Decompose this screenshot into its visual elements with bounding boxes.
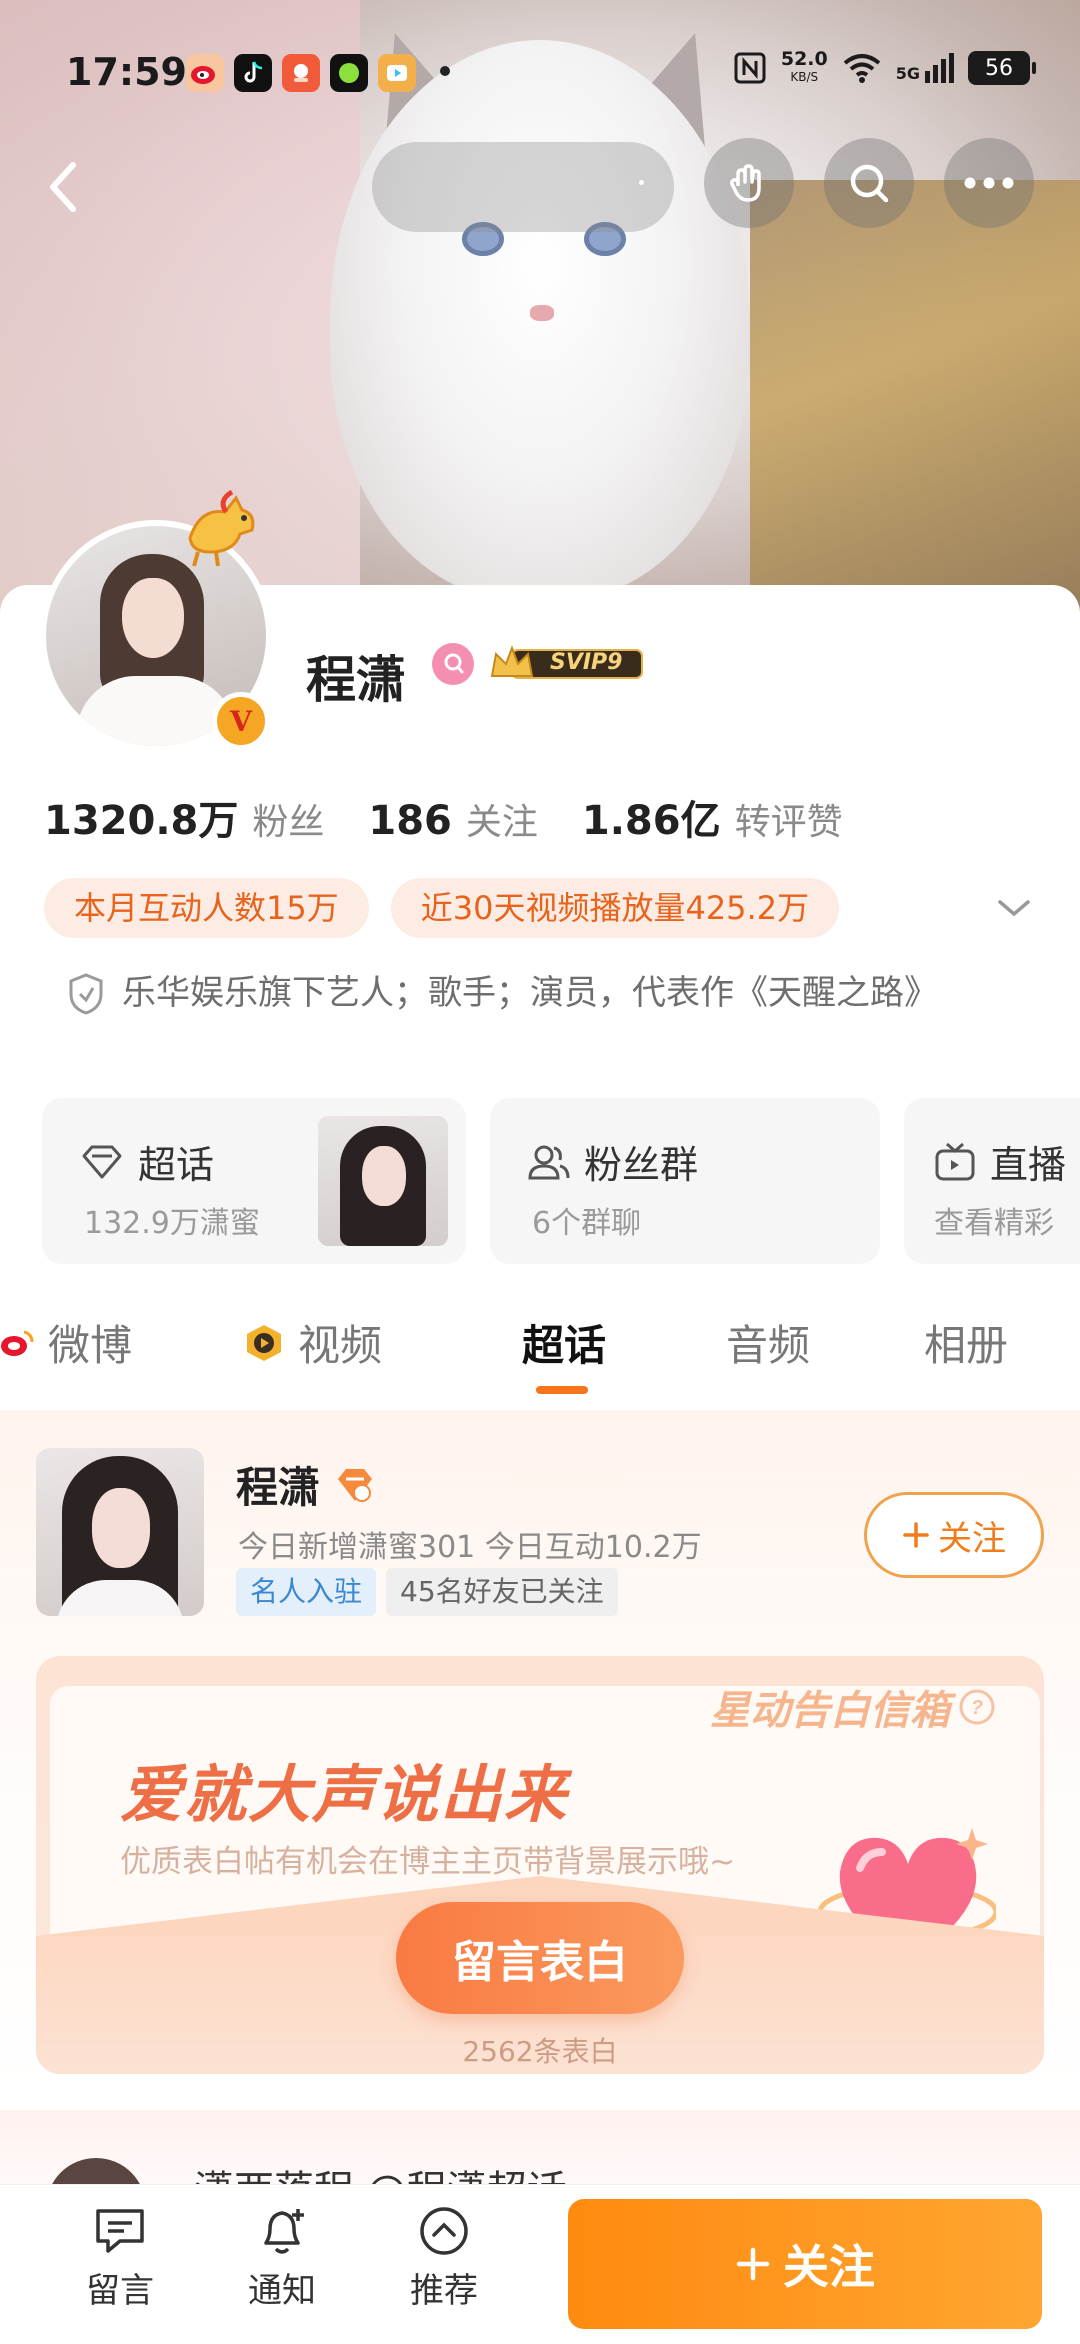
wave-hand-icon [730,164,761,202]
stat-following[interactable]: 186 关注 [368,793,538,845]
stat-likes[interactable]: 1.86亿 转评赞 [582,788,843,846]
topic-follow-button[interactable]: 关注 [864,1492,1044,1578]
tiktok-app-icon [234,54,272,92]
topic-title[interactable]: 程潇 [236,1454,374,1515]
weibo-app-icon [186,54,224,92]
weibo-logo-icon [1,1330,34,1356]
feature-live[interactable]: 直播 查看精彩 [904,1098,1080,1264]
feature-supertopic[interactable]: 超话 132.9万潇蜜 [42,1098,466,1264]
topic-thumbnail[interactable] [36,1448,204,1616]
cell-signal-icon: 5G [896,53,954,83]
top-nav [0,138,1080,238]
community-app-icon [282,54,320,92]
system-indicators: 52.0 KB/S 5G 56 [733,48,1036,86]
notification-icons [186,54,416,92]
feature-fan-group[interactable]: 粉丝群 6个群聊 [490,1098,880,1264]
cover-floor-right [750,180,1080,640]
more-dots-icon [964,177,1014,189]
friends-followed-tag: 45名好友已关注 [386,1568,618,1616]
cat-nose [530,305,554,321]
back-button[interactable] [28,152,98,222]
bell-plus-icon [264,2209,304,2254]
battery-icon: 56 [968,51,1036,85]
mailbox-subtitle: 优质表白帖有机会在博主主页带背景展示哦~ [120,1844,735,1880]
confession-mailbox: 星动告白信箱 ? 爱就大声说出来 优质表白帖有机会在博主主页带背景展示哦~ 留言… [36,1656,1044,2074]
supertopic-thumbnail [318,1116,448,1246]
status-bar: 17:59 52.0 KB/S 5G 56 [0,0,1080,148]
supertopic-section: 程潇 今日新增潇蜜301 今日互动10.2万 名人入驻 45名好友已关注 关注 … [0,1410,1080,2100]
profile-search-pill[interactable] [372,142,674,232]
back-arrow-icon [50,162,76,212]
recommend-button[interactable]: 推荐 [384,2205,504,2312]
wifi-icon [843,54,881,83]
network-speed: 52.0 KB/S [780,48,828,85]
stat-fans[interactable]: 1320.8万 粉丝 [44,788,324,846]
message-button[interactable]: 留言 [60,2205,180,2312]
horse-decoration-icon [188,489,255,567]
notify-button[interactable]: 通知 [222,2205,342,2312]
fan-group-icon [528,1145,570,1179]
tv-icon [935,1142,975,1180]
follow-button[interactable]: 关注 [568,2199,1042,2329]
help-icon[interactable]: ? [958,1688,996,1726]
diamond-icon [82,1145,122,1178]
tag-video-plays[interactable]: 近30天视频播放量425.2万 [390,878,840,938]
tab-weibo[interactable]: 微博 [0,1312,132,1373]
tab-supertopic[interactable]: 超话 [522,1312,606,1373]
tab-audio[interactable]: 音频 [726,1312,810,1373]
shield-icon [69,973,103,1015]
recommend-chevron-icon [420,2207,468,2255]
celebrity-joined-tag: 名人入驻 [236,1568,377,1616]
more-button[interactable] [944,138,1034,228]
fan-badge-icon[interactable] [432,643,474,685]
search-icon [850,164,889,203]
bottom-action-bar: 留言 通知 推荐 关注 [0,2184,1080,2344]
video-app-icon [378,54,416,92]
leave-confession-button[interactable]: 留言表白 [396,1902,684,2014]
topic-diamond-badge-icon [338,1468,373,1502]
greet-button[interactable] [704,138,794,228]
mailbox-label: 星动告白信箱 ? [710,1678,996,1736]
status-time: 17:59 [66,50,187,94]
plus-icon [736,2247,770,2281]
profile-name: 程潇 [306,651,406,709]
search-button[interactable] [824,138,914,228]
topic-description: 今日新增潇蜜301 今日互动10.2万 [238,1530,702,1565]
active-tab-indicator [536,1386,588,1394]
profile-tags: 本月互动人数15万 近30天视频播放量425.2万 [44,878,840,938]
tag-monthly-interaction[interactable]: 本月互动人数15万 [44,878,369,938]
topic-tags: 名人入驻 45名好友已关注 [236,1568,618,1616]
nfc-icon [734,52,766,84]
verified-badge[interactable]: V [212,692,270,750]
profile-intro: 乐华娱乐旗下艺人；歌手；演员，代表作《天醒之路》 [66,970,1006,1016]
svip-badge[interactable]: SVIP9 [488,644,646,684]
content-tabs: 微博 视频 超话 音频 相册 [0,1280,1080,1410]
profile-stats: 1320.8万 粉丝 186 关注 1.86亿 转评赞 [44,788,887,846]
expand-chevron-icon[interactable] [996,896,1032,920]
message-bubble-icon [96,2209,144,2253]
confession-count: 2562条表白 [462,2035,618,2068]
video-tab-icon [247,1324,281,1361]
svg-text:?: ? [971,1697,983,1719]
more-notifications-dot [440,66,450,76]
plus-icon [903,1522,929,1548]
tab-album[interactable]: 相册 [924,1312,1008,1373]
mailbox-title: 爱就大声说出来 [120,1758,569,1831]
intro-text: 乐华娱乐旗下艺人；歌手；演员，代表作《天醒之路》 [122,973,938,1013]
feature-cards: 超话 132.9万潇蜜 粉丝群 6个群聊 直播 查看精彩 [42,1098,1080,1264]
green-dot-app-icon [330,54,368,92]
tab-video[interactable]: 视频 [244,1312,382,1373]
